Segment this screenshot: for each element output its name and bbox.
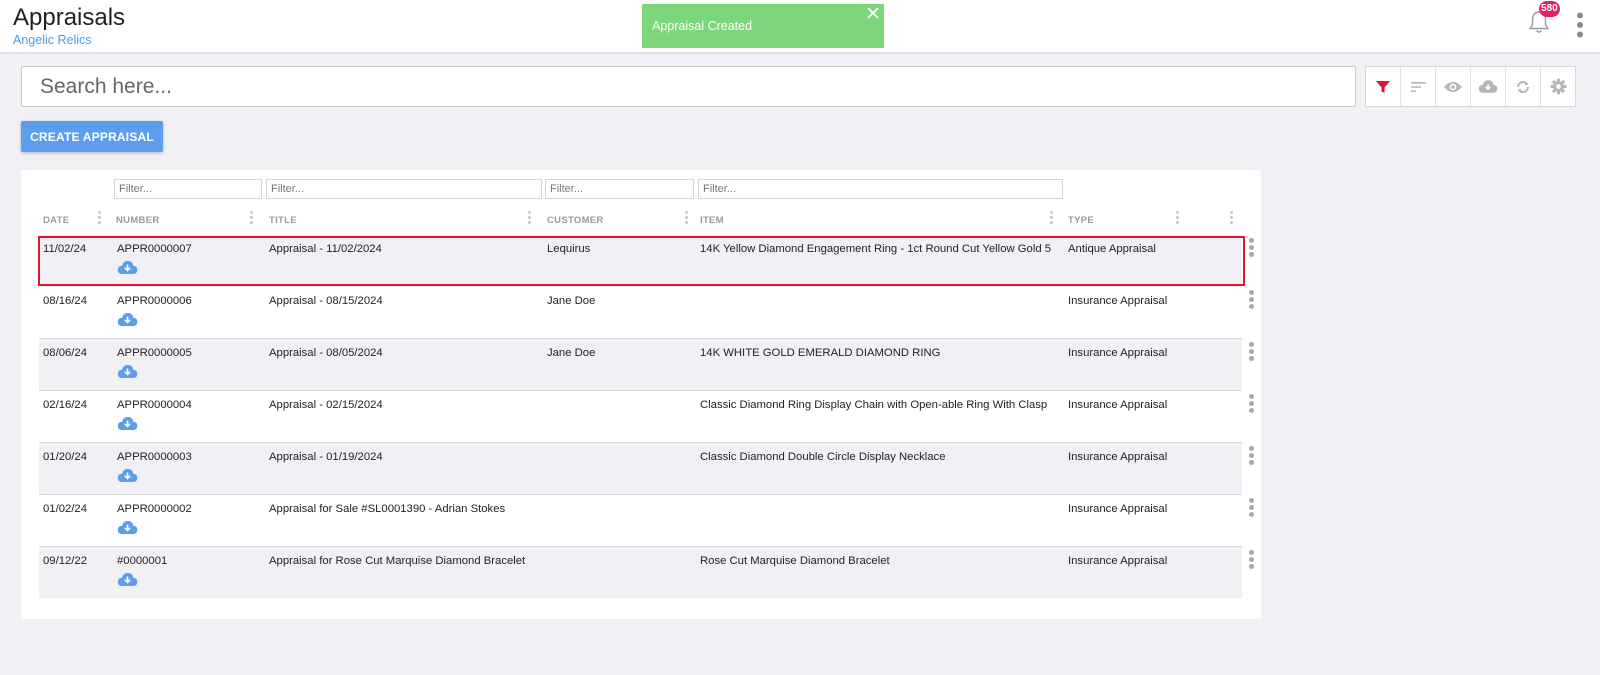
download-button[interactable] [1471,67,1506,106]
column-resize-handle[interactable] [1176,211,1180,228]
date-cell: 08/16/24 [43,295,87,307]
column-resize-handle[interactable] [528,211,532,228]
eye-icon [1444,81,1462,92]
title-filter-input[interactable] [266,179,542,199]
type-cell: Insurance Appraisal [1068,295,1168,307]
filter-icon [1376,80,1390,93]
customer-cell: Jane Doe [547,295,596,307]
number-cell: #0000001 [117,555,168,567]
cloud-download-icon[interactable] [117,572,138,587]
title-cell: Appraisal - 08/05/2024 [269,347,383,359]
column-resize-handle[interactable] [1050,211,1054,228]
create-appraisal-button[interactable]: CREATE APPRAISAL [21,121,163,152]
settings-button[interactable] [1541,67,1575,106]
date-cell: 02/16/24 [43,399,87,411]
type-cell: Insurance Appraisal [1068,399,1168,411]
cloud-download-icon[interactable] [117,468,138,483]
number-cell: APPR0000002 [117,503,192,515]
toast-message: Appraisal Created [652,19,753,33]
row-menu-icon[interactable] [1249,446,1255,468]
cloud-download-icon[interactable] [117,364,138,379]
company-link[interactable]: Angelic Relics [13,33,92,47]
refresh-icon [1517,80,1529,93]
refresh-button[interactable] [1506,67,1541,106]
search-input[interactable] [21,66,1356,107]
type-cell: Antique Appraisal [1068,243,1156,255]
table-row[interactable]: 11/02/24 APPR0000007 Appraisal - 11/02/2… [39,235,1254,287]
type-cell: Insurance Appraisal [1068,555,1168,567]
item-cell: 14K WHITE GOLD EMERALD DIAMOND RING [700,347,941,359]
column-resize-handle[interactable] [98,211,102,228]
title-cell: Appraisal - 11/02/2024 [269,243,382,255]
type-cell: Insurance Appraisal [1068,503,1168,515]
column-resize-handle[interactable] [1230,211,1234,228]
table-row[interactable]: 01/20/24 APPR0000003 Appraisal - 01/19/2… [39,442,1254,494]
column-header-date[interactable]: DATE [43,215,69,226]
table-row[interactable]: 01/02/24 APPR0000002 Appraisal for Sale … [39,494,1254,546]
toast-notification: Appraisal Created [642,4,884,48]
item-cell: Rose Cut Marquise Diamond Bracelet [700,555,890,567]
cloud-download-icon[interactable] [117,416,138,431]
number-cell: APPR0000005 [117,347,192,359]
cloud-download-icon[interactable] [117,520,138,535]
date-cell: 08/06/24 [43,347,87,359]
title-cell: Appraisal - 08/15/2024 [269,295,383,307]
number-cell: APPR0000003 [117,451,192,463]
row-menu-icon[interactable] [1249,238,1255,260]
column-header-type[interactable]: TYPE [1068,215,1094,226]
table-row[interactable]: 08/16/24 APPR0000006 Appraisal - 08/15/2… [39,287,1254,339]
more-options-icon[interactable] [1574,12,1586,38]
type-cell: Insurance Appraisal [1068,347,1168,359]
row-menu-icon[interactable] [1249,550,1255,572]
customer-cell: Jane Doe [547,347,596,359]
customer-cell: Lequirus [547,243,591,255]
number-cell: APPR0000004 [117,399,192,411]
page-title: Appraisals [13,4,126,31]
cloud-download-icon[interactable] [117,312,138,327]
item-filter-input[interactable] [698,179,1063,199]
table-row[interactable]: 02/16/24 APPR0000004 Appraisal - 02/15/2… [39,390,1254,442]
title-cell: Appraisal - 01/19/2024 [269,451,383,463]
number-filter-input[interactable] [114,179,262,199]
row-menu-icon[interactable] [1249,342,1255,364]
close-icon[interactable] [866,6,880,20]
title-cell: Appraisal for Sale #SL0001390 - Adrian S… [269,503,506,515]
item-cell: 14K Yellow Diamond Engagement Ring - 1ct… [700,243,1052,255]
notification-badge: 580 [1539,1,1560,17]
customer-filter-input[interactable] [545,179,694,199]
item-cell: Classic Diamond Double Circle Display Ne… [700,451,946,463]
type-cell: Insurance Appraisal [1068,451,1168,463]
number-cell: APPR0000006 [117,295,192,307]
number-cell: APPR0000007 [117,243,192,255]
date-cell: 11/02/24 [43,243,87,255]
title-cell: Appraisal - 02/15/2024 [269,399,383,411]
date-cell: 01/02/24 [43,503,87,515]
column-header-customer[interactable]: CUSTOMER [547,215,604,226]
gear-icon [1550,78,1566,95]
filter-button[interactable] [1366,67,1401,106]
sort-icon [1410,81,1426,92]
column-header-title[interactable]: TITLE [269,215,297,226]
date-cell: 01/20/24 [43,451,87,463]
row-menu-icon[interactable] [1249,394,1255,416]
column-header-number[interactable]: NUMBER [116,215,160,226]
visibility-button[interactable] [1436,67,1471,106]
row-menu-icon[interactable] [1249,498,1255,520]
row-menu-icon[interactable] [1249,290,1255,312]
item-cell: Classic Diamond Ring Display Chain with … [700,399,1048,411]
table-row[interactable]: 09/12/22 #0000001 Appraisal for Rose Cut… [39,546,1254,598]
appraisals-table: DATE NUMBER TITLE CUSTOMER ITEM TYPE 11/… [21,170,1261,619]
cloud-download-icon [1478,80,1498,93]
column-header-item[interactable]: ITEM [700,215,724,226]
table-row[interactable]: 08/06/24 APPR0000005 Appraisal - 08/05/2… [39,338,1254,390]
list-toolbar [1365,66,1576,107]
column-resize-handle[interactable] [685,211,689,228]
cloud-download-icon[interactable] [117,260,138,275]
title-cell: Appraisal for Rose Cut Marquise Diamond … [269,555,526,567]
column-resize-handle[interactable] [250,211,254,228]
sort-button[interactable] [1401,67,1436,106]
date-cell: 09/12/22 [43,555,87,567]
